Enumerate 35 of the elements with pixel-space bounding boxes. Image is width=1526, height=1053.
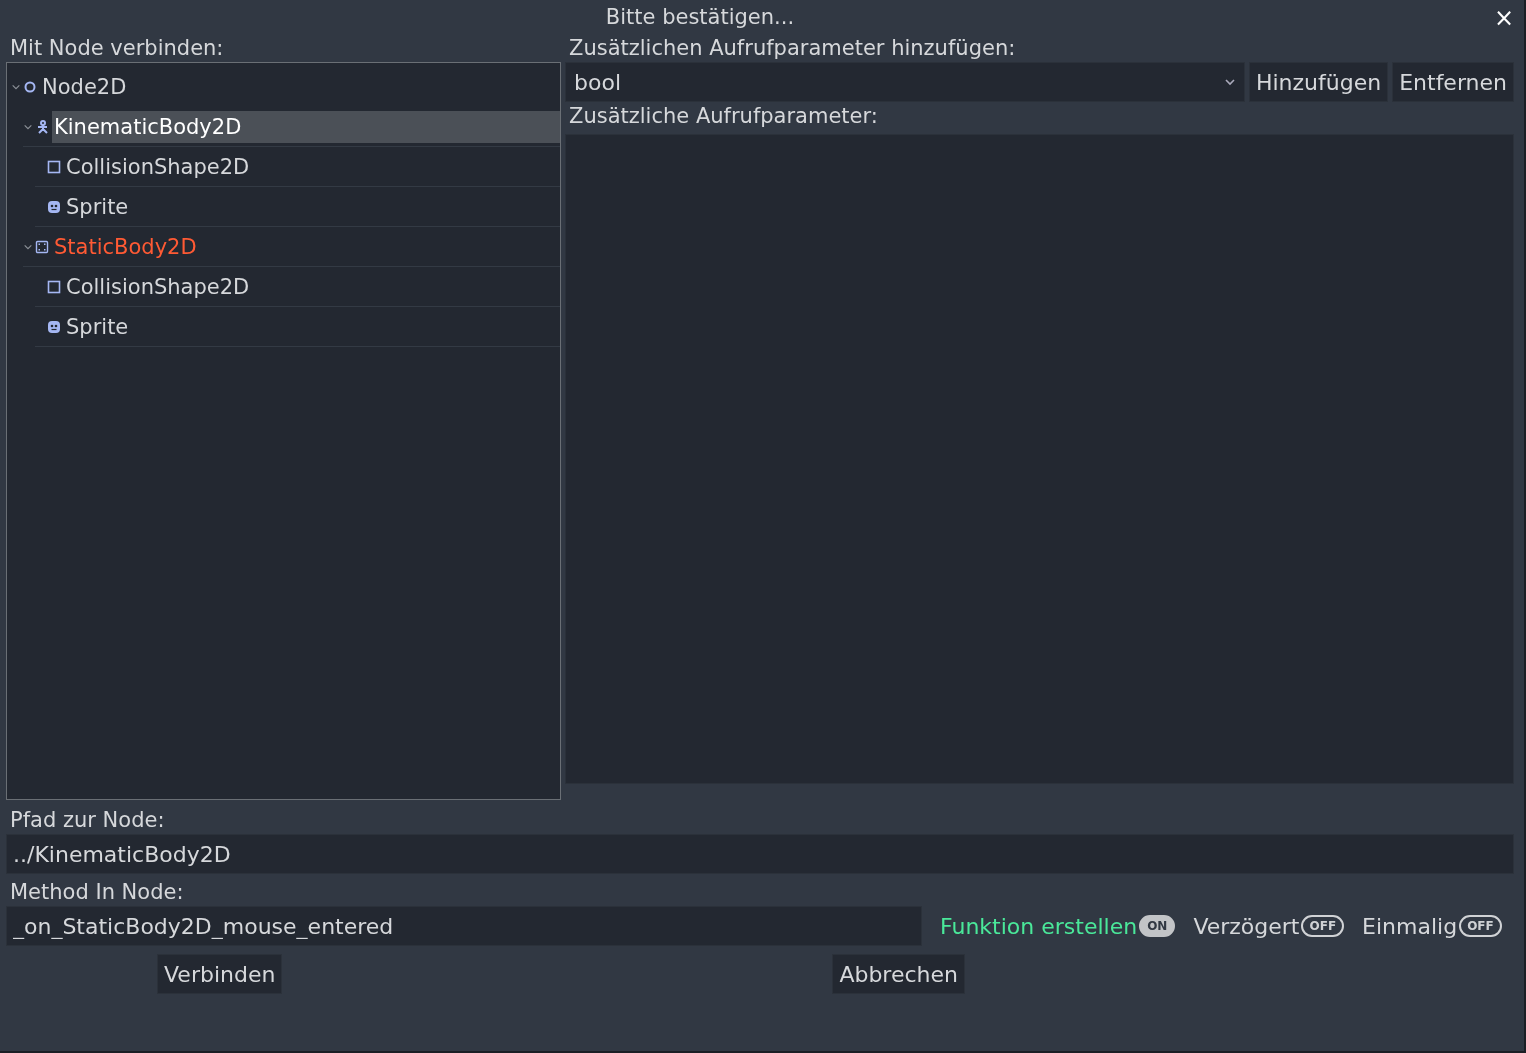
tree-item[interactable]: Sprite	[64, 190, 560, 223]
smiley-icon	[47, 319, 61, 334]
tree-item[interactable]: KinematicBody2D	[52, 110, 560, 143]
param-list-label: Zusätzliche Aufrufparameter:	[568, 103, 879, 130]
tree-item[interactable]: Sprite	[64, 310, 560, 343]
method-field[interactable]: _on_StaticBody2D_mouse_entered	[6, 906, 922, 946]
add-button[interactable]: Hinzufügen	[1248, 62, 1389, 102]
circle-icon	[23, 80, 37, 94]
dialog-button[interactable]: Verbinden	[157, 954, 283, 994]
params-label: Zusätzlichen Aufrufparameter hinzufügen:	[568, 35, 1017, 62]
figure-icon	[35, 119, 49, 134]
toggle-switch[interactable]: Funktion erstellen ON	[940, 913, 1176, 939]
tree-label: Mit Node verbinden:	[9, 35, 225, 62]
remove-button[interactable]: Entfernen	[1392, 62, 1514, 102]
tree-item[interactable]: StaticBody2D	[52, 230, 560, 263]
path-label: Pfad zur Node:	[9, 807, 166, 834]
tree-item[interactable]: CollisionShape2D	[64, 150, 560, 183]
path-field[interactable]: ../KinematicBody2D	[6, 834, 1514, 874]
method-label: Method In Node:	[9, 879, 185, 906]
type-dropdown[interactable]: bool	[565, 62, 1245, 102]
smiley-icon	[47, 199, 61, 214]
caret-icon[interactable]	[23, 242, 33, 251]
toggle-switch[interactable]: Verzögert OFF	[1193, 913, 1345, 939]
close-button[interactable]: ×	[1489, 4, 1518, 32]
square-icon	[47, 279, 61, 294]
tree-item[interactable]: CollisionShape2D	[64, 270, 560, 303]
square-icon	[47, 159, 61, 174]
dialog-button[interactable]: Abbrechen	[832, 954, 965, 994]
tree-item[interactable]: Node2D	[40, 71, 560, 103]
dashed-square-icon	[35, 239, 49, 254]
caret-icon	[1223, 78, 1236, 86]
dialog-title: Bitte bestätigen...	[605, 5, 795, 29]
caret-icon[interactable]	[11, 83, 21, 91]
toggle-switch[interactable]: Einmalig OFF	[1362, 913, 1502, 939]
caret-icon[interactable]	[23, 122, 33, 131]
